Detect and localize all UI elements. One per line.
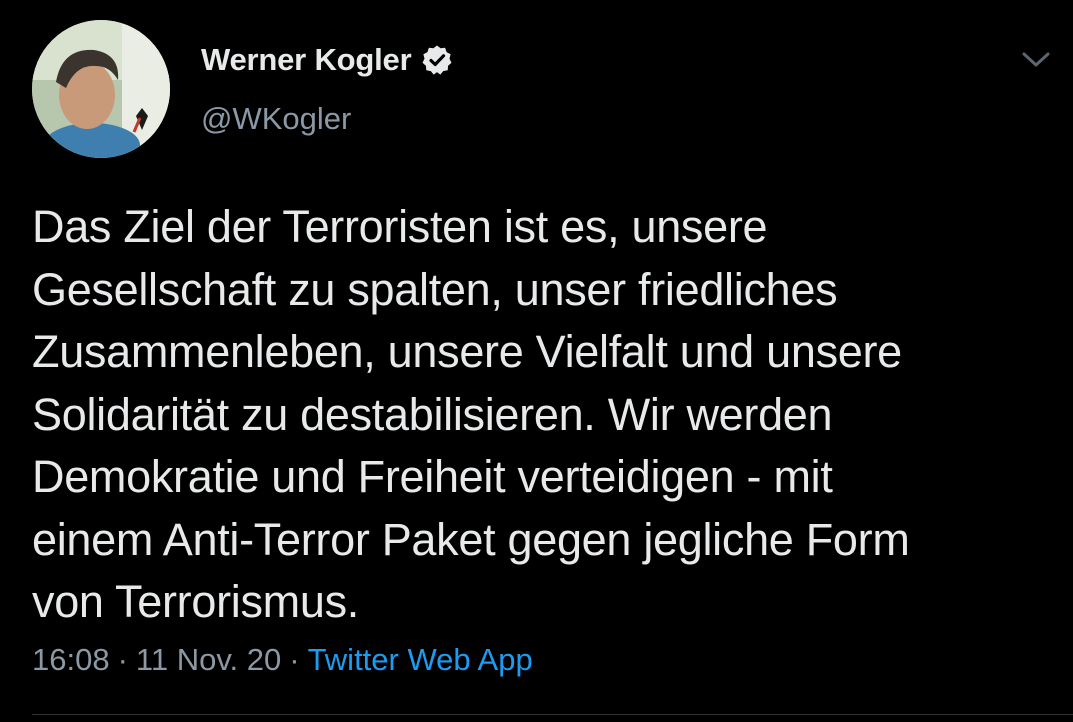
avatar-image	[32, 20, 170, 158]
tweet-text: Das Ziel der Terroristen ist es, unsere …	[32, 201, 910, 627]
tweet-metadata: 16:08 · 11 Nov. 20 · Twitter Web App	[32, 642, 533, 678]
chevron-down-icon[interactable]	[1018, 48, 1054, 72]
tweet-source-link[interactable]: Twitter Web App	[308, 642, 533, 678]
meta-separator: ·	[289, 642, 300, 677]
user-handle[interactable]: @WKogler	[201, 101, 351, 137]
tweet-time[interactable]: 16:08	[32, 642, 110, 678]
author-name-row: Werner Kogler	[201, 40, 453, 80]
meta-separator: ·	[117, 642, 128, 677]
display-name[interactable]: Werner Kogler	[201, 42, 412, 78]
divider	[32, 714, 1073, 715]
verified-badge-icon	[421, 44, 453, 76]
profile-photo-icon[interactable]	[32, 20, 170, 158]
tweet-date[interactable]: 11 Nov. 20	[136, 642, 281, 678]
tweet: Werner Kogler @WKogler Das Ziel der Terr…	[0, 0, 1073, 722]
